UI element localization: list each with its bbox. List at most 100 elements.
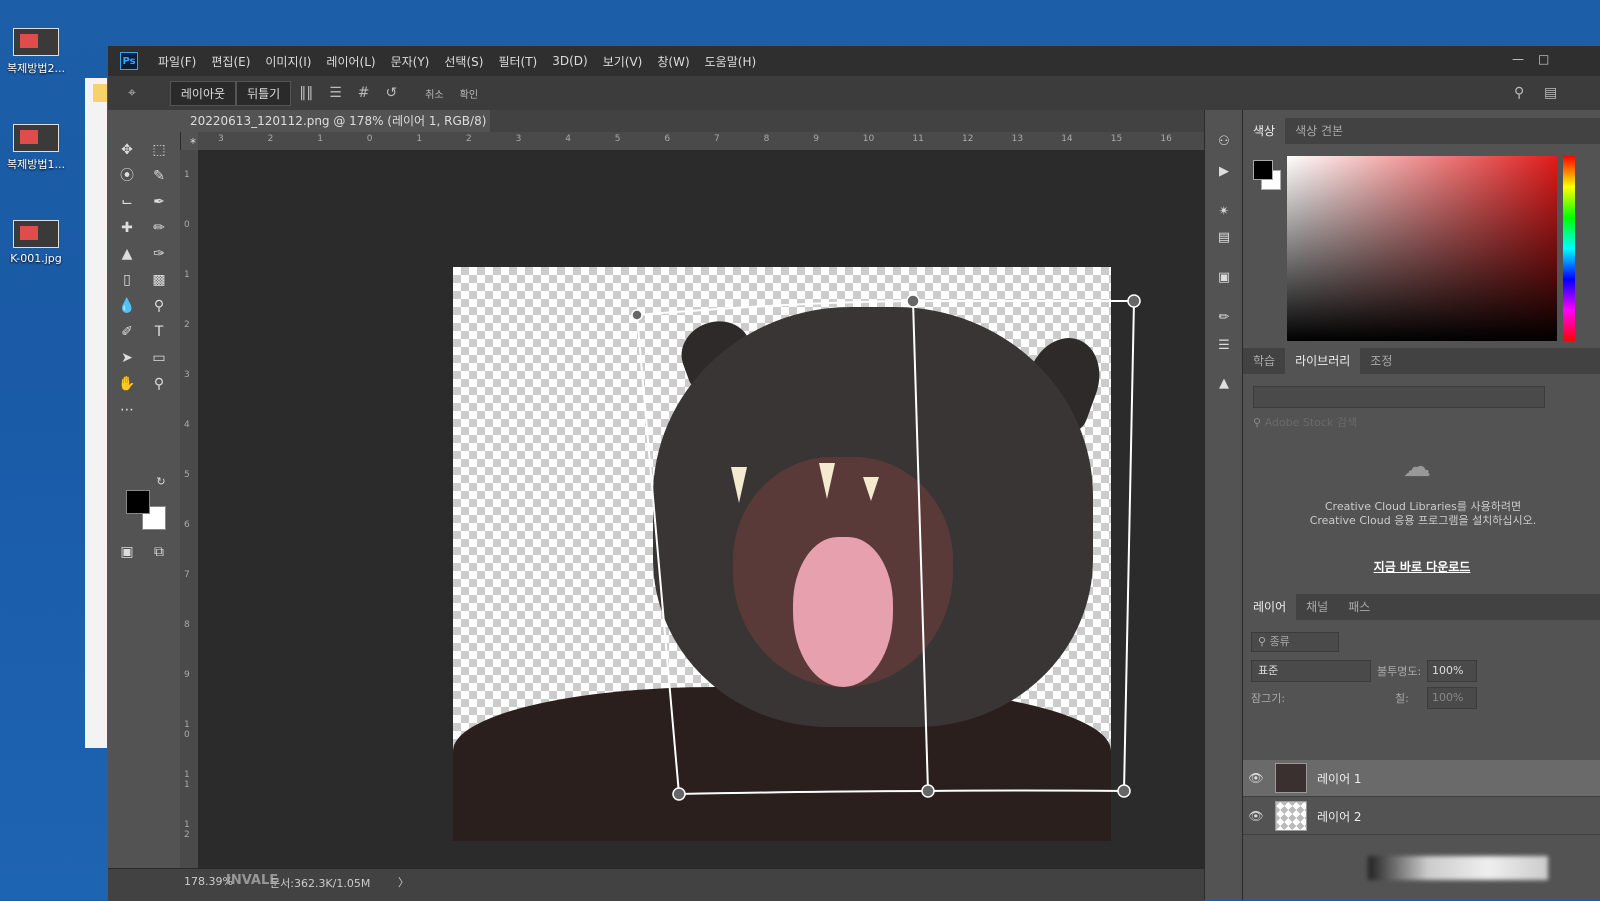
crop-tool-icon[interactable]: ⌙	[116, 192, 138, 212]
library-dropdown[interactable]	[1253, 386, 1545, 408]
actions-play-icon[interactable]: ▶	[1215, 164, 1233, 182]
hue-slider[interactable]	[1563, 156, 1575, 341]
visibility-eye-icon[interactable]: 👁	[1243, 809, 1269, 823]
swap-colors-icon[interactable]: ↻	[150, 472, 172, 492]
dodge-tool-icon[interactable]: ⚲	[148, 296, 170, 316]
photoshop-window: Ps 파일(F) 편집(E) 이미지(I) 레이어(L) 문자(Y) 선택(S)…	[108, 46, 1600, 901]
type-tool-icon[interactable]: T	[148, 322, 170, 342]
layer-filter-select[interactable]: ⚲ 종류	[1251, 632, 1339, 652]
library-panel-tabs: 학습 라이브러리 조정	[1243, 348, 1600, 374]
tab-swatches[interactable]: 색상 견본	[1285, 118, 1353, 144]
split-horizontal-icon[interactable]: ☰	[329, 85, 342, 101]
menu-file[interactable]: 파일(F)	[158, 53, 196, 70]
quick-mask-icon[interactable]: ▣	[116, 542, 138, 562]
document-tab[interactable]: 20220613_120112.png @ 178% (레이어 1, RGB/8…	[180, 110, 490, 150]
histogram-icon[interactable]: ▤	[1215, 230, 1233, 248]
healing-brush-tool-icon[interactable]: ✚	[116, 218, 138, 238]
adjustments-icon[interactable]: ✴	[1215, 204, 1233, 222]
tab-channels[interactable]: 채널	[1296, 594, 1338, 620]
quick-select-tool-icon[interactable]: ✎	[148, 166, 170, 186]
layer-name[interactable]: 레이어 1	[1317, 770, 1362, 787]
split-grid-icon[interactable]: #	[358, 85, 370, 101]
split-vertical-icon[interactable]: ‖‖	[299, 85, 313, 101]
tab-learn[interactable]: 학습	[1243, 348, 1285, 374]
visibility-eye-icon[interactable]: 👁	[1243, 771, 1269, 785]
opacity-input[interactable]: 100%	[1427, 660, 1477, 682]
status-menu-arrow-icon[interactable]: 〉	[398, 874, 409, 890]
menu-type[interactable]: 문자(Y)	[391, 53, 430, 70]
menu-view[interactable]: 보기(V)	[603, 53, 643, 70]
move-tool-icon[interactable]: ✥	[116, 140, 138, 160]
download-now-link[interactable]: 지금 바로 다운로드	[1243, 558, 1600, 575]
desktop-icon-file-2[interactable]: 복제방법1...	[0, 124, 72, 172]
menu-3d[interactable]: 3D(D)	[552, 54, 587, 68]
tab-libraries[interactable]: 라이브러리	[1285, 348, 1361, 374]
gradient-tool-icon[interactable]: ▩	[148, 270, 170, 290]
menu-window[interactable]: 창(W)	[657, 53, 689, 70]
eraser-tool-icon[interactable]: ▯	[116, 270, 138, 290]
color-picker-field[interactable]	[1287, 156, 1557, 341]
maximize-icon[interactable]: □	[1538, 52, 1549, 66]
info-icon[interactable]: ▣	[1215, 270, 1233, 288]
menu-select[interactable]: 선택(S)	[444, 53, 483, 70]
blend-mode-select[interactable]: 표준	[1251, 660, 1371, 682]
minimize-icon[interactable]: —	[1512, 52, 1524, 66]
menu-filter[interactable]: 필터(T)	[498, 53, 537, 70]
tab-paths[interactable]: 패스	[1338, 594, 1380, 620]
reset-icon[interactable]: ↺	[385, 85, 397, 101]
image-file-icon	[13, 220, 59, 248]
commit-transform-button[interactable]: 확인	[460, 86, 478, 101]
path-select-tool-icon[interactable]: ➤	[116, 348, 138, 368]
menu-help[interactable]: 도움말(H)	[705, 53, 757, 70]
ruler-tick-label: 1	[184, 270, 190, 280]
layer-row[interactable]: 👁 레이어 2	[1243, 798, 1600, 835]
workspace-icon[interactable]: ▤	[1544, 85, 1557, 101]
layer-row[interactable]: 👁 레이어 1	[1243, 760, 1600, 797]
canvas-area[interactable]	[198, 150, 1204, 870]
hand-tool-icon[interactable]: ✋	[116, 374, 138, 394]
brush-tool-icon[interactable]: ✏	[148, 218, 170, 238]
layout-button[interactable]: 레이아웃	[169, 80, 237, 106]
tab-color[interactable]: 색상	[1243, 118, 1286, 144]
screen-mode-icon[interactable]: ⧉	[148, 542, 170, 562]
ruler-tick-label: 8	[763, 134, 770, 144]
eyedropper-tool-icon[interactable]: ✒	[148, 192, 170, 212]
ruler-tick-label: 1	[184, 170, 190, 180]
clone-source-icon[interactable]: ▲	[1215, 376, 1233, 394]
vertical-ruler[interactable]: 101234567891 01 11 2	[180, 150, 199, 870]
horizontal-ruler[interactable]: 3 2 1 0 1 2 3 4 5 6 7 8 9 10 11 12 13 14 15 16	[198, 132, 1204, 151]
menu-edit[interactable]: 편집(E)	[211, 53, 250, 70]
panel-foreground-swatch[interactable]	[1253, 160, 1273, 180]
brush-settings-icon[interactable]: ✏	[1215, 310, 1233, 328]
warp-button[interactable]: 뒤틀기	[236, 80, 292, 106]
lasso-tool-icon[interactable]: ⦿	[116, 166, 138, 186]
history-brush-tool-icon[interactable]: ✑	[148, 244, 170, 264]
desktop-icon-file-3[interactable]: K-001.jpg	[0, 220, 72, 265]
search-icon[interactable]: ⚲	[1514, 85, 1524, 101]
tab-layers[interactable]: 레이어	[1243, 594, 1297, 620]
zoom-tool-icon[interactable]: ⚲	[148, 374, 170, 394]
fill-input[interactable]: 100%	[1427, 687, 1477, 709]
right-panels: 색상 색상 견본 학습 라이브러리 조정 ⚲ Adobe Stock 검색 ☁ …	[1242, 110, 1600, 900]
desktop-icon-file-1[interactable]: 복제방법2...	[0, 28, 72, 76]
ruler-tick-label: 6	[664, 134, 671, 144]
layer-name[interactable]: 레이어 2	[1317, 808, 1362, 825]
document-image[interactable]	[453, 267, 1111, 841]
more-tools-icon[interactable]: ⋯	[116, 400, 138, 420]
shape-tool-icon[interactable]: ▭	[148, 348, 170, 368]
marquee-tool-icon[interactable]: ⬚	[148, 140, 170, 160]
ruler-tick-label: 3	[218, 134, 224, 144]
foreground-color-swatch[interactable]	[126, 490, 150, 514]
menu-image[interactable]: 이미지(I)	[265, 53, 311, 70]
stock-search-input[interactable]: ⚲ Adobe Stock 검색	[1253, 414, 1357, 430]
stamp-tool-icon[interactable]: ▲	[116, 244, 138, 264]
tab-adjustments[interactable]: 조정	[1360, 348, 1402, 374]
pen-tool-icon[interactable]: ✐	[116, 322, 138, 342]
cancel-transform-button[interactable]: 취소	[425, 86, 443, 101]
properties-icon[interactable]: ☰	[1215, 338, 1233, 356]
background-window[interactable]	[85, 78, 107, 748]
menu-layer[interactable]: 레이어(L)	[326, 53, 375, 70]
blur-tool-icon[interactable]: 💧	[116, 296, 138, 316]
stock-search-placeholder: Adobe Stock 검색	[1264, 416, 1358, 429]
history-icon[interactable]: ⚇	[1215, 134, 1233, 152]
